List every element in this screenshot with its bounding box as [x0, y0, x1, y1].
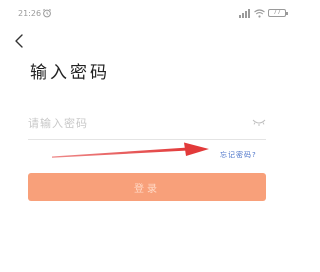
battery-icon: 77	[268, 9, 288, 17]
status-bar: 21:26 77	[0, 0, 296, 26]
eye-closed-icon[interactable]	[252, 117, 266, 127]
login-button[interactable]: 登录	[28, 173, 266, 201]
password-field	[28, 108, 266, 140]
signal-icon	[239, 8, 250, 18]
login-password-screen: 21:26 77 输入密码 忘记密码? 登录	[0, 0, 296, 272]
chevron-left-icon[interactable]	[12, 33, 26, 49]
status-indicators: 77	[239, 8, 288, 18]
page-title: 输入密码	[30, 63, 110, 83]
password-input[interactable]	[28, 112, 238, 134]
forgot-password-link[interactable]: 忘记密码?	[220, 150, 257, 160]
alarm-clock-icon	[42, 8, 52, 18]
battery-level: 77	[273, 9, 281, 16]
wifi-icon	[254, 8, 265, 18]
status-time: 21:26	[18, 9, 42, 18]
